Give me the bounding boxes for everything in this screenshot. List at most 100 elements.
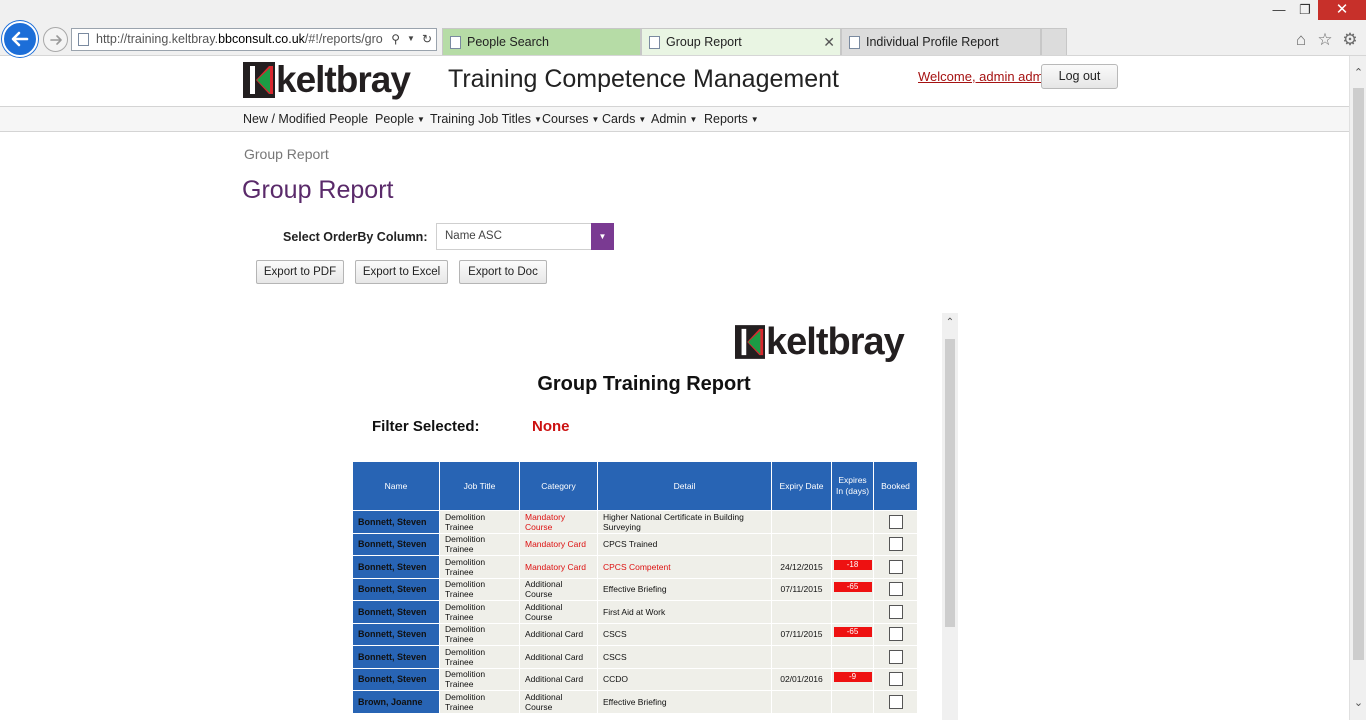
report-scrollbar[interactable]: ⌃ bbox=[942, 313, 958, 720]
refresh-icon[interactable]: ↻ bbox=[422, 29, 432, 50]
cell-expires-in bbox=[831, 645, 874, 669]
dropdown-icon[interactable]: ▼ bbox=[407, 29, 415, 50]
home-icon[interactable]: ⌂ bbox=[1291, 30, 1311, 50]
cell-booked bbox=[873, 600, 918, 624]
settings-gear-icon[interactable]: ⚙ bbox=[1340, 30, 1360, 50]
nav-label: Reports bbox=[704, 112, 748, 126]
booked-checkbox[interactable] bbox=[888, 537, 903, 552]
cell-detail: Effective Briefing bbox=[597, 690, 772, 714]
cell-booked bbox=[873, 667, 918, 691]
page-icon bbox=[649, 36, 660, 49]
cell-detail: CSCS bbox=[597, 645, 772, 669]
cell-name: Bonnett, Steven bbox=[352, 600, 440, 624]
order-by-select[interactable]: Name ASC ▼ bbox=[436, 223, 614, 250]
close-tab-icon[interactable]: ✕ bbox=[823, 29, 835, 55]
cell-category: Additional Card bbox=[519, 645, 598, 669]
cell-name: Bonnett, Steven bbox=[352, 510, 440, 534]
order-by-label: Select OrderBy Column: bbox=[283, 230, 428, 244]
cell-job-title: Demolition Trainee bbox=[439, 600, 520, 624]
search-icon[interactable]: ⚲ bbox=[391, 29, 400, 50]
table-header-row: Name Job Title Category Detail Expiry Da… bbox=[352, 461, 918, 511]
page-content: keltbray Training Competence Management … bbox=[0, 56, 1349, 720]
chevron-down-icon[interactable]: ▼ bbox=[591, 223, 614, 250]
table-row: Bonnett, Steven Demolition Trainee Additio… bbox=[352, 622, 918, 646]
cell-name: Bonnett, Steven bbox=[352, 667, 440, 691]
back-button[interactable] bbox=[2, 21, 38, 57]
cell-booked bbox=[873, 532, 918, 556]
caret-down-icon: ▼ bbox=[416, 115, 425, 124]
filter-label: Filter Selected: bbox=[372, 418, 480, 435]
logo-k-mark bbox=[243, 62, 275, 98]
cell-detail: CPCS Trained bbox=[597, 532, 772, 556]
booked-checkbox[interactable] bbox=[888, 694, 903, 709]
cell-detail: First Aid at Work bbox=[597, 600, 772, 624]
column-header-job-title: Job Title bbox=[439, 461, 520, 511]
report-scroll-thumb[interactable] bbox=[945, 339, 955, 627]
scroll-up-icon[interactable]: ⌃ bbox=[942, 317, 958, 328]
tab-label: People Search bbox=[467, 35, 550, 49]
cell-category: Additional Card bbox=[519, 622, 598, 646]
expires-in-badge: -9 bbox=[833, 672, 872, 682]
nav-people[interactable]: People ▼ bbox=[375, 112, 425, 126]
address-bar[interactable]: http://training.keltbray.bbconsult.co.uk… bbox=[71, 28, 437, 51]
tab-group-report[interactable]: Group Report ✕ bbox=[641, 28, 841, 55]
cell-job-title: Demolition Trainee bbox=[439, 577, 520, 601]
nav-cards[interactable]: Cards ▼ bbox=[602, 112, 646, 126]
caret-down-icon: ▼ bbox=[638, 115, 647, 124]
export-pdf-button[interactable]: Export to PDF bbox=[256, 260, 344, 284]
report-viewer: keltbray Group Training Report Filter Se… bbox=[252, 313, 958, 720]
tab-label: Group Report bbox=[666, 35, 742, 49]
tab-people-search[interactable]: People Search bbox=[442, 28, 641, 55]
scroll-up-icon[interactable]: ⌃ bbox=[1350, 66, 1366, 79]
welcome-link[interactable]: Welcome, admin admin bbox=[918, 69, 1054, 84]
cell-expires-in bbox=[831, 510, 874, 534]
tab-individual-profile-report[interactable]: Individual Profile Report bbox=[841, 28, 1041, 55]
main-nav: New / Modified People People ▼ Training J… bbox=[0, 106, 1349, 132]
nav-label: Cards bbox=[602, 112, 636, 126]
table-row: Bonnett, Steven Demolition Trainee Mandato… bbox=[352, 510, 918, 534]
cell-expiry-date bbox=[771, 532, 832, 556]
page-scroll-thumb[interactable] bbox=[1353, 88, 1364, 660]
cell-expiry-date bbox=[771, 600, 832, 624]
cell-detail: CSCS bbox=[597, 622, 772, 646]
cell-expires-in: -65 bbox=[831, 577, 874, 601]
booked-checkbox[interactable] bbox=[888, 627, 903, 642]
booked-checkbox[interactable] bbox=[888, 514, 903, 529]
new-tab-button[interactable] bbox=[1041, 28, 1067, 55]
export-excel-button[interactable]: Export to Excel bbox=[355, 260, 448, 284]
booked-checkbox[interactable] bbox=[888, 582, 903, 597]
keltbray-logo[interactable]: keltbray bbox=[243, 59, 411, 100]
nav-new-modified-people[interactable]: New / Modified People bbox=[243, 112, 368, 126]
nav-courses[interactable]: Courses ▼ bbox=[542, 112, 599, 126]
close-window-button[interactable]: ✕ bbox=[1318, 0, 1366, 20]
restore-button[interactable]: ❐ bbox=[1290, 0, 1320, 20]
booked-checkbox[interactable] bbox=[888, 604, 903, 619]
page-icon bbox=[849, 36, 860, 49]
nav-training-job-titles[interactable]: Training Job Titles ▼ bbox=[430, 112, 542, 126]
nav-reports[interactable]: Reports ▼ bbox=[704, 112, 759, 126]
cell-category: Mandatory Course bbox=[519, 510, 598, 534]
booked-checkbox[interactable] bbox=[888, 649, 903, 664]
cell-category: Additional Course bbox=[519, 690, 598, 714]
forward-button[interactable] bbox=[43, 27, 68, 52]
cell-name: Brown, Joanne bbox=[352, 690, 440, 714]
cell-category: Additional Card bbox=[519, 667, 598, 691]
page-title: Group Report bbox=[242, 176, 394, 204]
favorites-star-icon[interactable]: ☆ bbox=[1315, 30, 1335, 50]
cell-job-title: Demolition Trainee bbox=[439, 510, 520, 534]
breadcrumb: Group Report bbox=[244, 146, 329, 162]
logout-button[interactable]: Log out bbox=[1041, 64, 1118, 89]
cell-expiry-date: 07/11/2015 bbox=[771, 577, 832, 601]
export-doc-button[interactable]: Export to Doc bbox=[459, 260, 547, 284]
booked-checkbox[interactable] bbox=[888, 672, 903, 687]
cell-name: Bonnett, Steven bbox=[352, 645, 440, 669]
booked-checkbox[interactable] bbox=[888, 559, 903, 574]
logo-wordmark: keltbray bbox=[276, 59, 411, 100]
cell-booked bbox=[873, 555, 918, 579]
app-title: Training Competence Management bbox=[448, 65, 839, 93]
table-row: Brown, Joanne Demolition Trainee Additiona… bbox=[352, 690, 918, 714]
report-keltbray-logo: keltbray bbox=[735, 321, 905, 363]
page-scrollbar[interactable]: ⌃ ⌄ bbox=[1349, 56, 1366, 720]
nav-admin[interactable]: Admin ▼ bbox=[651, 112, 697, 126]
scroll-down-icon[interactable]: ⌄ bbox=[1350, 696, 1366, 709]
